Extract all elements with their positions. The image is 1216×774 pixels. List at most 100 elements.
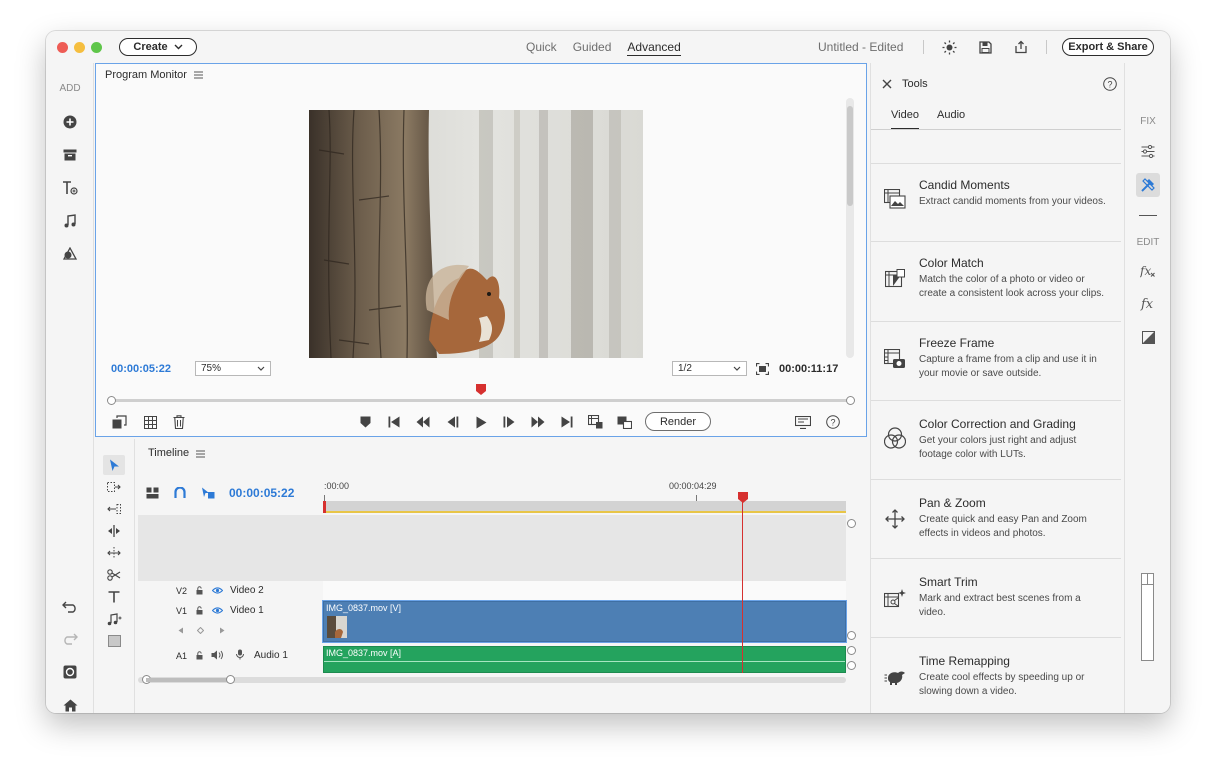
export-share-button[interactable]: Export & Share xyxy=(1062,38,1154,56)
audio-volume-line[interactable] xyxy=(324,661,845,662)
redo-icon[interactable] xyxy=(60,629,80,649)
next-keyframe-icon[interactable] xyxy=(219,627,225,634)
track-video-2[interactable] xyxy=(323,581,846,601)
slider-thumb[interactable] xyxy=(1142,584,1153,585)
audio-clip[interactable]: IMG_0837.mov [A] xyxy=(323,646,846,673)
create-button[interactable]: Create xyxy=(119,38,197,56)
eye-icon[interactable] xyxy=(212,587,223,594)
work-area-start-marker[interactable] xyxy=(323,501,326,513)
timeline-playhead[interactable] xyxy=(738,492,748,504)
archive-icon[interactable] xyxy=(60,145,80,165)
lock-icon[interactable] xyxy=(196,586,203,595)
scrollbar-thumb[interactable] xyxy=(146,678,228,682)
play-icon[interactable] xyxy=(473,414,489,430)
video-clip[interactable]: IMG_0837.mov [V] xyxy=(323,601,846,642)
close-window-button[interactable] xyxy=(57,42,68,53)
picture-in-picture-icon[interactable] xyxy=(616,414,632,430)
speaker-icon[interactable] xyxy=(211,650,224,660)
video-preview[interactable] xyxy=(309,110,643,358)
zoom-handle[interactable] xyxy=(847,661,856,670)
mode-quick[interactable]: Quick xyxy=(526,40,557,56)
monitor-playhead[interactable] xyxy=(476,384,486,396)
add-media-icon[interactable] xyxy=(60,112,80,132)
tool-time-remapping[interactable]: Time Remapping Create cool effects by sp… xyxy=(871,637,1121,713)
transitions-icon[interactable] xyxy=(1138,327,1158,347)
export-frame-icon[interactable] xyxy=(587,414,603,430)
panel-menu-icon[interactable] xyxy=(196,450,205,458)
scrub-bar[interactable] xyxy=(111,399,851,402)
applied-effects-icon[interactable]: fx xyxy=(1138,261,1158,281)
mode-advanced[interactable]: Advanced xyxy=(627,40,681,56)
scroll-handle-right[interactable] xyxy=(226,675,235,684)
tab-audio[interactable]: Audio xyxy=(937,109,965,121)
lock-icon[interactable] xyxy=(196,606,203,615)
help-icon[interactable]: ? xyxy=(825,414,841,430)
fullscreen-icon[interactable] xyxy=(755,362,770,380)
panel-menu-icon[interactable] xyxy=(194,71,203,79)
tool-color-correction-and-grading[interactable]: Color Correction and Grading Get your co… xyxy=(871,400,1121,479)
fast-forward-icon[interactable] xyxy=(530,414,546,430)
adjustments-icon[interactable] xyxy=(1138,141,1158,161)
brightness-icon[interactable] xyxy=(941,39,957,55)
effects-icon[interactable]: fx xyxy=(1138,294,1158,314)
scrub-end-handle[interactable] xyxy=(846,396,855,405)
title-text-icon[interactable] xyxy=(60,178,80,198)
monitor-scrollbar[interactable] xyxy=(846,98,854,358)
tools-icon[interactable] xyxy=(1136,173,1160,197)
track-select-tool[interactable] xyxy=(103,477,125,497)
keyframe-icon[interactable] xyxy=(197,627,204,634)
text-tool[interactable] xyxy=(103,587,125,607)
rolling-edit-tool[interactable] xyxy=(103,521,125,541)
home-icon[interactable] xyxy=(60,695,80,713)
timeline-current-time[interactable]: 00:00:05:22 xyxy=(229,486,294,500)
minimize-window-button[interactable] xyxy=(74,42,85,53)
help-icon[interactable]: ? xyxy=(1103,77,1117,91)
add-marker-icon[interactable] xyxy=(357,414,373,430)
go-to-end-icon[interactable] xyxy=(559,414,575,430)
organizer-icon[interactable] xyxy=(60,662,80,682)
audio-tool[interactable] xyxy=(103,609,125,629)
microphone-icon[interactable] xyxy=(236,649,244,660)
slip-tool[interactable] xyxy=(103,543,125,563)
safe-margins-icon[interactable] xyxy=(795,414,811,430)
step-back-icon[interactable] xyxy=(444,414,460,430)
maximize-window-button[interactable] xyxy=(91,42,102,53)
tool-freeze-frame[interactable]: Freeze Frame Capture a frame from a clip… xyxy=(871,321,1121,400)
audio-note-icon[interactable] xyxy=(60,211,80,231)
zoom-select[interactable]: 75% xyxy=(195,361,271,376)
ripple-edit-tool[interactable] xyxy=(103,499,125,519)
time-ruler[interactable] xyxy=(323,501,846,513)
share-icon[interactable] xyxy=(1013,39,1029,55)
timeline-view-icon[interactable] xyxy=(146,486,159,504)
monitor-current-time[interactable]: 00:00:05:22 xyxy=(111,363,171,375)
close-icon[interactable] xyxy=(882,79,892,89)
scrub-start-handle[interactable] xyxy=(107,396,116,405)
clip-options-icon[interactable] xyxy=(111,414,127,430)
save-icon[interactable] xyxy=(977,39,993,55)
grid-icon[interactable] xyxy=(142,414,158,430)
resolution-select[interactable]: 1/2 xyxy=(672,361,747,376)
shape-tool[interactable] xyxy=(103,631,125,651)
timeline-horizontal-scrollbar[interactable] xyxy=(138,675,846,684)
lock-icon[interactable] xyxy=(196,651,203,660)
selection-tool[interactable] xyxy=(103,455,125,475)
prev-keyframe-icon[interactable] xyxy=(178,627,184,634)
undo-icon[interactable] xyxy=(60,597,80,617)
tool-smart-trim[interactable]: Smart Trim Mark and extract best scenes … xyxy=(871,558,1121,637)
tool-candid-moments[interactable]: Candid Moments Extract candid moments fr… xyxy=(871,163,1121,241)
panel-zoom-slider[interactable] xyxy=(1141,573,1154,661)
render-button[interactable]: Render xyxy=(645,412,711,431)
step-forward-icon[interactable] xyxy=(501,414,517,430)
linked-selection-icon[interactable] xyxy=(201,486,215,504)
mode-guided[interactable]: Guided xyxy=(573,40,612,56)
zoom-handle[interactable] xyxy=(847,631,856,640)
zoom-handle[interactable] xyxy=(847,519,856,528)
empty-track-area[interactable] xyxy=(138,515,846,581)
razor-tool[interactable] xyxy=(103,565,125,585)
rewind-icon[interactable] xyxy=(415,414,431,430)
snap-magnet-icon[interactable] xyxy=(174,486,186,504)
graphics-icon[interactable] xyxy=(60,244,80,264)
eye-icon[interactable] xyxy=(212,607,223,614)
go-to-start-icon[interactable] xyxy=(386,414,402,430)
tab-video[interactable]: Video xyxy=(891,109,919,130)
